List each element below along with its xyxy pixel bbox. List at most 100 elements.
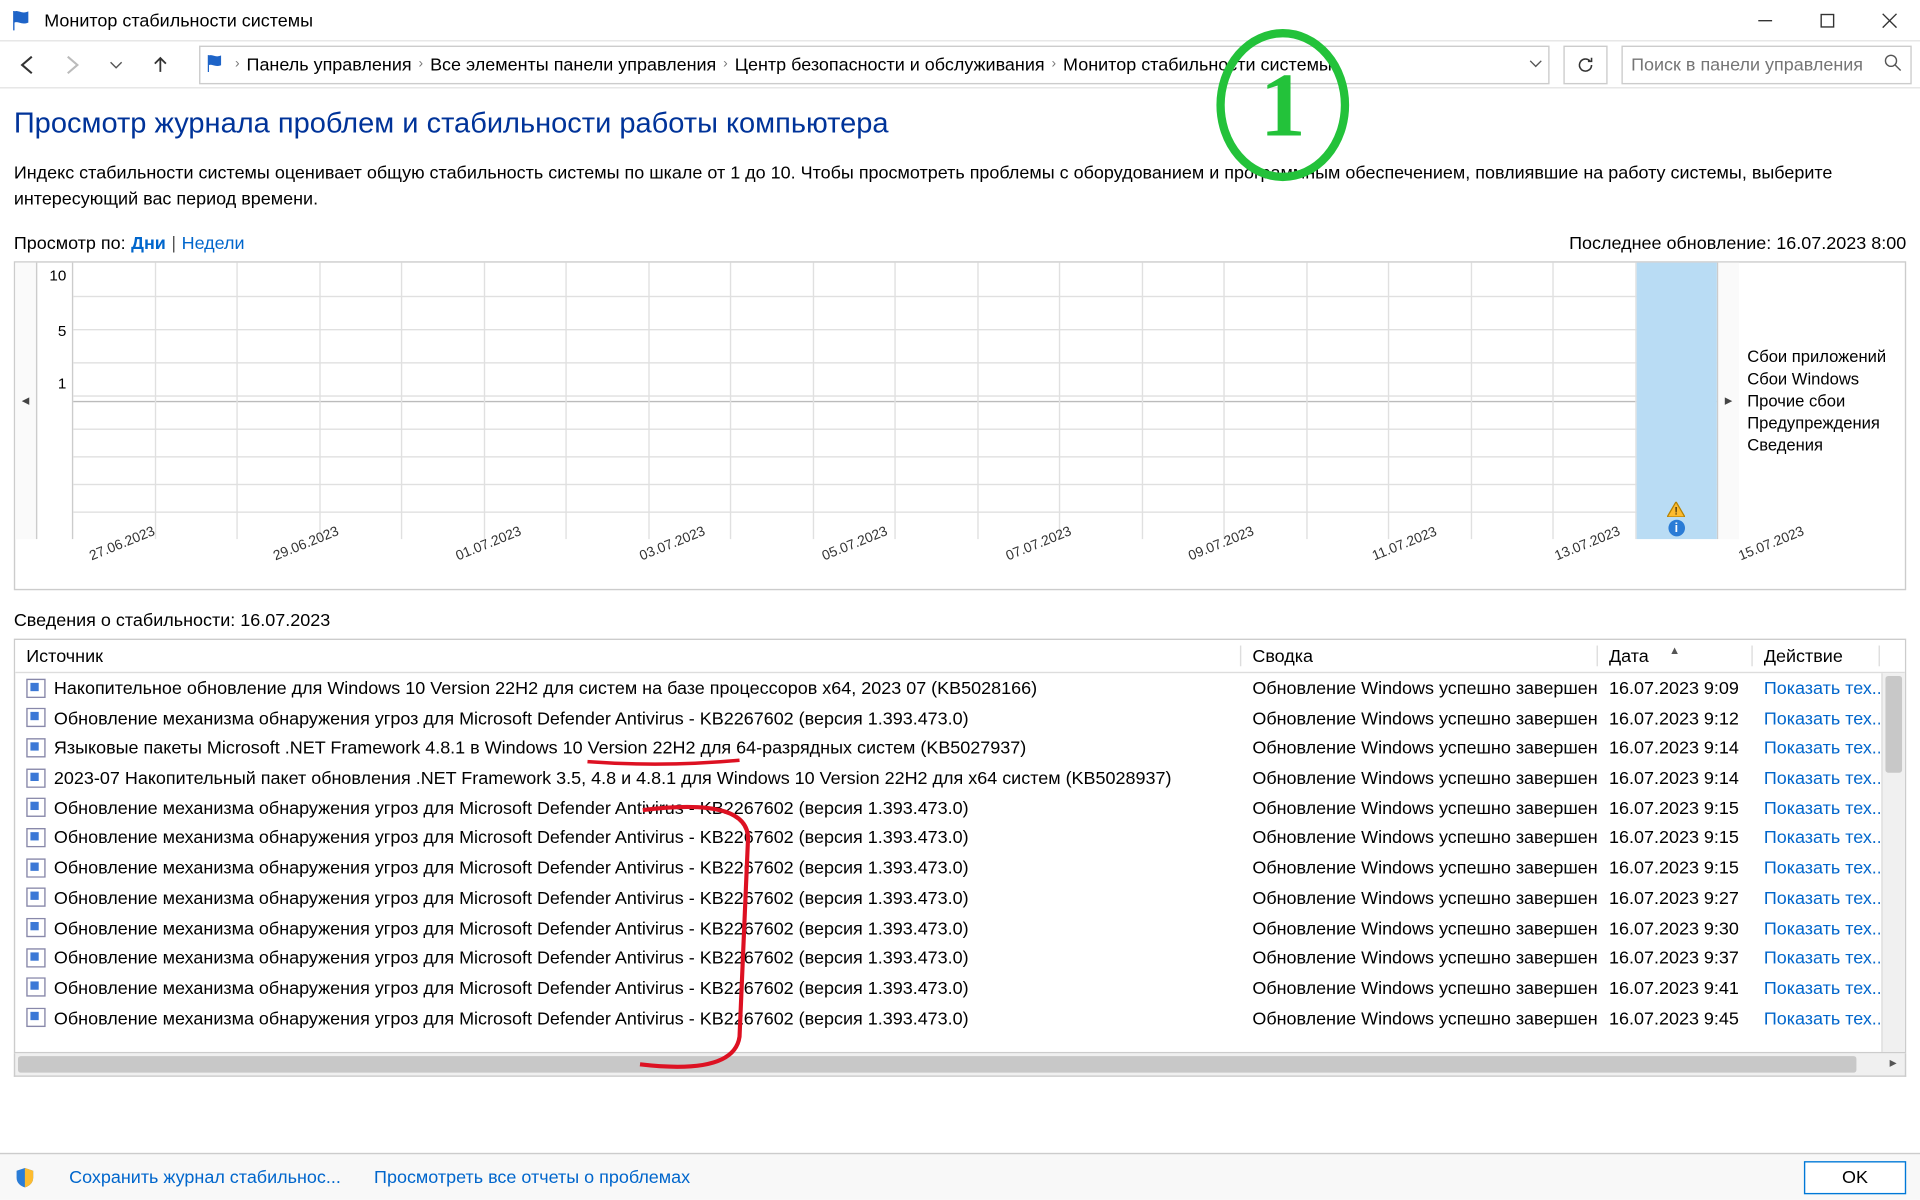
row-summary: Обновление Windows успешно завершено [1241,857,1598,878]
row-source: Обновление механизма обнаружения угроз д… [54,857,969,878]
chart-day-column[interactable] [484,262,566,538]
col-header-summary[interactable]: Сводка [1241,645,1598,666]
chart-day-column[interactable] [320,262,402,538]
search-input[interactable] [1631,54,1883,75]
row-action-link[interactable]: Показать тех... [1753,797,1880,818]
table-row[interactable]: Языковые пакеты Microsoft .NET Framework… [15,733,1905,763]
ok-button[interactable]: OK [1804,1160,1906,1193]
chart-day-column[interactable] [813,262,895,538]
row-action-link[interactable]: Показать тех... [1753,827,1880,848]
content-area: Просмотр журнала проблем и стабильности … [0,88,1920,1076]
table-row[interactable]: Обновление механизма обнаружения угроз д… [15,913,1905,943]
info-item-icon [26,678,45,697]
vertical-scrollbar[interactable] [1881,673,1904,1052]
chart-day-column[interactable] [567,262,649,538]
table-row[interactable]: Обновление механизма обнаружения угроз д… [15,703,1905,733]
chart-day-column[interactable] [1225,262,1307,538]
row-summary: Обновление Windows успешно завершено [1241,677,1598,698]
chart-day-column[interactable] [156,262,238,538]
address-bar[interactable]: › Панель управления › Все элементы панел… [199,45,1550,84]
row-summary: Обновление Windows успешно завершено [1241,707,1598,728]
info-item-icon [26,798,45,817]
info-item-icon [26,918,45,937]
save-report-link[interactable]: Сохранить журнал стабильнос... [69,1167,341,1188]
row-action-link[interactable]: Показать тех... [1753,767,1880,788]
nav-forward-button[interactable] [53,45,92,84]
row-source: Обновление механизма обнаружения угроз д… [54,887,969,908]
chart-day-column[interactable] [731,262,813,538]
row-summary: Обновление Windows успешно завершено [1241,767,1598,788]
chart-day-column[interactable] [1307,262,1389,538]
chart-day-column[interactable] [1389,262,1471,538]
chart-scroll-right[interactable]: ▸ [1717,262,1739,538]
table-row[interactable]: Обновление механизма обнаружения угроз д… [15,883,1905,913]
table-row[interactable]: Обновление механизма обнаружения угроз д… [15,943,1905,973]
row-date: 16.07.2023 9:37 [1598,947,1753,968]
chart-day-column[interactable] [896,262,978,538]
window-title: Монитор стабильности системы [44,10,1733,31]
chart-day-column[interactable] [649,262,731,538]
row-action-link[interactable]: Показать тех... [1753,947,1880,968]
table-row[interactable]: Накопительное обновление для Windows 10 … [15,673,1905,703]
chart-day-column[interactable] [402,262,484,538]
row-action-link[interactable]: Показать тех... [1753,1007,1880,1028]
minimize-button[interactable] [1733,0,1795,41]
table-row[interactable]: Обновление механизма обнаружения угроз д… [15,1003,1905,1033]
chart-day-column[interactable] [978,262,1060,538]
table-row[interactable]: Обновление механизма обнаружения угроз д… [15,823,1905,853]
row-action-link[interactable]: Показать тех... [1753,977,1880,998]
row-source: Накопительное обновление для Windows 10 … [54,677,1037,698]
view-weeks-link[interactable]: Недели [182,232,245,253]
row-summary: Обновление Windows успешно завершено [1241,947,1598,968]
row-action-link[interactable]: Показать тех... [1753,707,1880,728]
chart-day-column[interactable]: !i [1636,262,1717,538]
view-all-reports-link[interactable]: Просмотреть все отчеты о проблемах [374,1167,690,1188]
breadcrumb-item[interactable]: Все элементы панели управления [430,54,716,75]
scroll-right-icon[interactable]: ▸ [1881,1053,1904,1075]
chevron-down-icon[interactable] [1529,54,1543,75]
horizontal-scrollbar[interactable]: ◂ ▸ [14,1053,1906,1076]
chart-day-column[interactable] [1142,262,1224,538]
view-selector-row: Просмотр по: Дни | Недели Последнее обно… [14,232,1906,253]
info-item-icon [26,888,45,907]
view-label: Просмотр по: [14,232,126,253]
col-header-date[interactable]: ▲Дата [1598,645,1753,666]
nav-back-button[interactable] [8,45,47,84]
maximize-button[interactable] [1796,0,1858,41]
info-item-icon [26,828,45,847]
breadcrumb-item[interactable]: Панель управления [247,54,412,75]
chart-day-column[interactable] [1554,262,1636,538]
chart-day-column[interactable] [73,262,155,538]
sort-asc-icon: ▲ [1669,645,1680,656]
table-row[interactable]: Обновление механизма обнаружения угроз д… [15,853,1905,883]
view-days-link[interactable]: Дни [131,232,166,253]
navbar: › Панель управления › Все элементы панел… [0,41,1920,88]
chart-grid[interactable]: !i [73,262,1717,538]
divider: | [171,232,176,253]
chevron-right-icon: › [723,57,728,72]
shield-icon [14,1166,36,1188]
chart-day-column[interactable] [1471,262,1553,538]
table-row[interactable]: Обновление механизма обнаружения угроз д… [15,973,1905,1003]
refresh-button[interactable] [1563,45,1607,84]
close-button[interactable] [1858,0,1920,41]
row-date: 16.07.2023 9:14 [1598,767,1753,788]
nav-recent-button[interactable] [97,45,136,84]
col-header-action[interactable]: Действие [1753,645,1880,666]
row-action-link[interactable]: Показать тех... [1753,887,1880,908]
row-action-link[interactable]: Показать тех... [1753,677,1880,698]
nav-up-button[interactable] [141,45,180,84]
row-action-link[interactable]: Показать тех... [1753,737,1880,758]
col-header-source[interactable]: Источник [15,645,1241,666]
search-box[interactable] [1621,45,1911,84]
table-row[interactable]: Обновление механизма обнаружения угроз д… [15,793,1905,823]
chart-scroll-left[interactable]: ◂ [15,262,37,538]
row-summary: Обновление Windows успешно завершено [1241,737,1598,758]
row-date: 16.07.2023 9:14 [1598,737,1753,758]
table-row[interactable]: 2023-07 Накопительный пакет обновления .… [15,763,1905,793]
chart-day-column[interactable] [1060,262,1142,538]
chart-day-column[interactable] [238,262,320,538]
breadcrumb-item[interactable]: Центр безопасности и обслуживания [735,54,1045,75]
row-action-link[interactable]: Показать тех... [1753,917,1880,938]
row-action-link[interactable]: Показать тех... [1753,857,1880,878]
